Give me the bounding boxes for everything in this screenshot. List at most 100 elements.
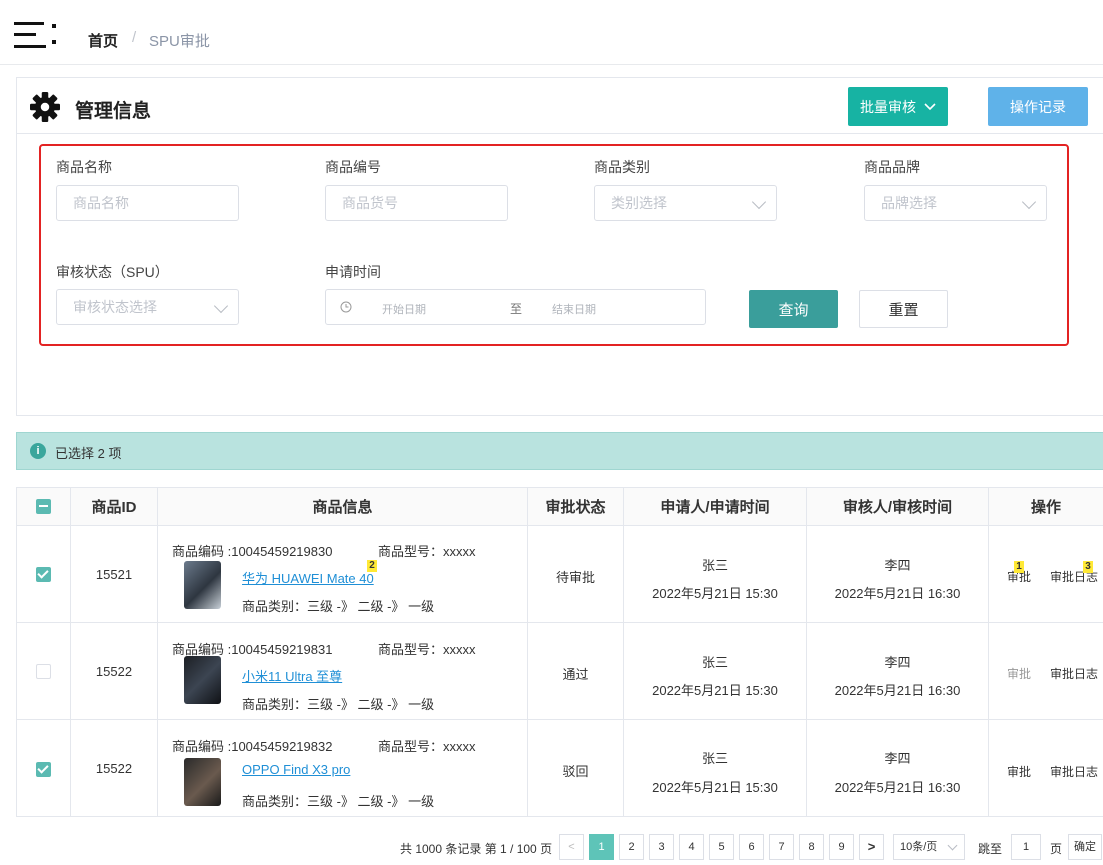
page-button-9[interactable]: 9: [829, 834, 854, 860]
date-range-picker[interactable]: 开始日期 至 结束日期: [325, 289, 706, 325]
reset-button[interactable]: 重置: [859, 290, 948, 328]
clock-icon: [340, 301, 352, 313]
breadcrumb-current: SPU审批: [149, 33, 210, 50]
product-name-input[interactable]: 商品名称: [56, 185, 239, 221]
product-category: 商品类别：三级 -》 二级 -》 一级: [242, 599, 435, 614]
applicant-name: 张三: [701, 751, 728, 766]
page-button-8[interactable]: 8: [799, 834, 824, 860]
approve-action[interactable]: 审批: [1007, 763, 1031, 780]
page-button-5[interactable]: 5: [709, 834, 734, 860]
next-page-button[interactable]: >: [859, 834, 884, 860]
category-select[interactable]: 类别选择: [594, 185, 777, 221]
product-model: 商品型号：xxxxx: [378, 642, 476, 657]
info-icon: i: [30, 443, 46, 459]
reviewer-name: 李四: [884, 751, 911, 766]
page-size-select[interactable]: 10条/页: [893, 834, 965, 860]
row-checkbox[interactable]: [36, 567, 51, 582]
page-button-4[interactable]: 4: [679, 834, 704, 860]
product-name-placeholder: 商品名称: [73, 195, 129, 211]
applicant-name: 张三: [701, 558, 728, 573]
page-title: 管理信息: [75, 101, 152, 122]
breadcrumb-home[interactable]: 首页: [88, 30, 118, 51]
product-name-link[interactable]: 华为 HUAWEI Mate 40: [242, 568, 374, 587]
page-button-2[interactable]: 2: [619, 834, 644, 860]
product-image: [184, 656, 221, 704]
breadcrumb-separator: /: [132, 29, 137, 46]
product-code-placeholder: 商品货号: [342, 195, 398, 211]
approval-status: 驳回: [562, 764, 589, 779]
pagination-total: 共 1000 条记录 第 1 / 100 页: [400, 842, 553, 856]
review-time: 2022年5月21日 16:30: [834, 683, 961, 698]
panel-divider: [16, 133, 1103, 134]
product-name-label: 商品名称: [56, 159, 112, 175]
product-code-label: 商品编号: [325, 159, 381, 175]
menu-icon[interactable]: [14, 22, 58, 48]
approval-log-action[interactable]: 审批日志: [1050, 665, 1098, 682]
end-date-placeholder[interactable]: 结束日期: [552, 301, 596, 317]
category-placeholder: 类别选择: [611, 195, 667, 211]
page-size-value: 10条/页: [900, 841, 938, 853]
jump-confirm-button[interactable]: 确定: [1068, 834, 1102, 860]
start-date-placeholder[interactable]: 开始日期: [382, 301, 426, 317]
category-label: 商品类别: [594, 159, 650, 175]
chevron-down-icon: [947, 840, 958, 851]
chevron-down-icon: [751, 194, 767, 210]
apply-time-label: 申请时间: [325, 264, 381, 280]
prev-page-button[interactable]: <: [559, 834, 584, 860]
review-time: 2022年5月21日 16:30: [834, 586, 961, 601]
operation-log-button[interactable]: 操作记录: [988, 87, 1088, 126]
header-status: 审批状态: [545, 499, 606, 516]
jump-page-input[interactable]: 1: [1011, 834, 1041, 860]
product-id: 15521: [95, 567, 133, 582]
batch-review-button[interactable]: 批量审核: [848, 87, 948, 126]
date-range-separator: 至: [510, 302, 523, 316]
jump-label: 跳至: [978, 842, 1003, 856]
brand-select[interactable]: 品牌选择: [864, 185, 1047, 221]
product-image: [184, 561, 221, 609]
reviewer-name: 李四: [884, 558, 911, 573]
page-button-3[interactable]: 3: [649, 834, 674, 860]
header-product-info: 商品信息: [312, 499, 373, 516]
product-code: 商品编码 :10045459219832: [172, 739, 333, 754]
header-applicant: 申请人/申请时间: [660, 499, 770, 516]
product-model: 商品型号：xxxxx: [378, 544, 476, 559]
product-id: 15522: [95, 664, 133, 679]
selection-bar: [16, 432, 1103, 470]
product-category: 商品类别：三级 -》 二级 -》 一级: [242, 794, 435, 809]
select-all-checkbox[interactable]: [36, 499, 51, 514]
apply-time: 2022年5月21日 15:30: [652, 683, 778, 698]
applicant-name: 张三: [701, 655, 728, 670]
row-checkbox[interactable]: [36, 762, 51, 777]
brand-placeholder: 品牌选择: [881, 195, 937, 211]
review-status-select[interactable]: 审核状态选择: [56, 289, 239, 325]
header-divider: [0, 64, 1103, 65]
selection-count: 已选择 2 项: [55, 446, 122, 461]
header-reviewer: 审核人/审核时间: [842, 499, 953, 516]
page-button-7[interactable]: 7: [769, 834, 794, 860]
query-button[interactable]: 查询: [749, 290, 838, 328]
product-name-link[interactable]: 小米11 Ultra 至尊: [242, 666, 342, 685]
review-time: 2022年5月21日 16:30: [834, 780, 961, 795]
approval-log-action[interactable]: 审批日志: [1050, 763, 1098, 780]
page-button-1[interactable]: 1: [589, 834, 614, 860]
batch-review-label: 批量审核: [860, 98, 916, 115]
approval-status: 待审批: [555, 570, 595, 585]
chevron-down-icon: [1021, 194, 1037, 210]
product-image: [184, 758, 221, 806]
annotation-badge: 3: [1083, 561, 1093, 573]
product-name-link[interactable]: OPPO Find X3 pro: [242, 762, 350, 777]
brand-label: 商品品牌: [864, 159, 920, 175]
row-checkbox[interactable]: [36, 664, 51, 679]
reviewer-name: 李四: [884, 655, 911, 670]
product-code-input[interactable]: 商品货号: [325, 185, 508, 221]
approval-status: 通过: [562, 667, 589, 682]
annotation-badge: 2: [367, 560, 377, 572]
approve-action[interactable]: 审批: [1007, 665, 1031, 682]
review-status-placeholder: 审核状态选择: [73, 299, 157, 315]
annotation-badge: 1: [1014, 561, 1024, 573]
header-product-id[interactable]: 商品ID: [71, 496, 157, 517]
header-actions: 操作: [1030, 499, 1061, 516]
apply-time: 2022年5月21日 15:30: [652, 586, 778, 601]
page-button-6[interactable]: 6: [739, 834, 764, 860]
chevron-down-icon: [924, 102, 936, 110]
